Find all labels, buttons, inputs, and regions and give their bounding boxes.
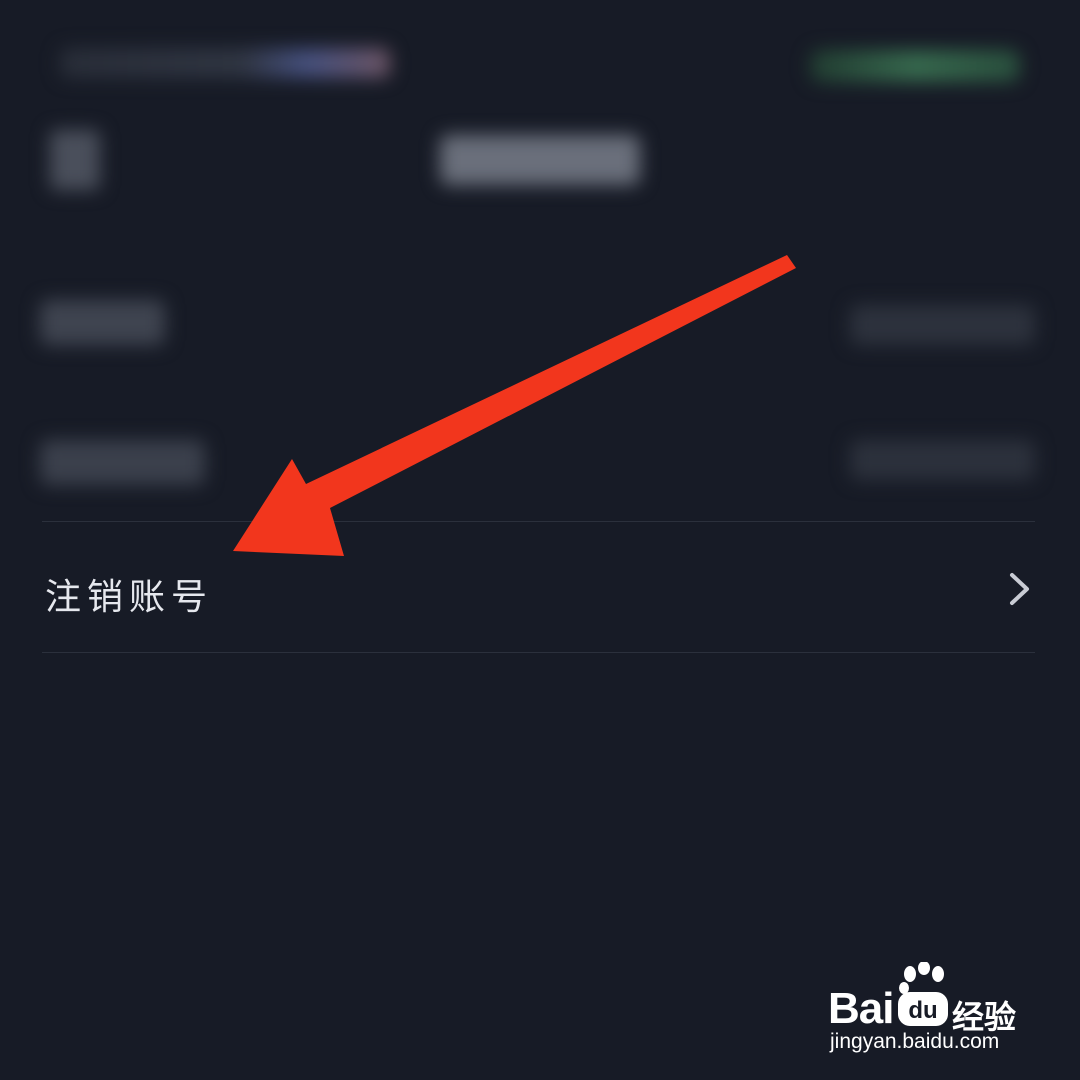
deactivate-account-label: 注销账号: [45, 577, 214, 618]
page-title: [440, 135, 640, 185]
settings-screen: 注销账号 Bai du 经验 jingyan.baidu.com: [0, 0, 1080, 1080]
settings-row-1-value: [850, 305, 1035, 345]
du-badge-icon: du: [898, 992, 948, 1026]
status-bar: [40, 30, 1040, 90]
back-button[interactable]: [50, 130, 100, 190]
watermark-url: jingyan.baidu.com: [830, 1030, 1000, 1053]
baidu-jingyan-watermark: Bai du 经验 jingyan.baidu.com: [828, 962, 1038, 1062]
deactivate-account-row[interactable]: 注销账号: [0, 522, 1080, 652]
watermark-du-text: du: [908, 997, 937, 1024]
settings-row-2-value: [850, 440, 1035, 480]
status-bar-left: [60, 48, 390, 78]
status-bar-right: [810, 50, 1020, 82]
settings-row-2-label[interactable]: [40, 440, 205, 485]
blurred-content: [0, 0, 1080, 530]
divider: [42, 652, 1035, 653]
chevron-right-icon: [1010, 573, 1029, 605]
settings-row-1-label[interactable]: [40, 300, 165, 345]
paw-icon: [899, 962, 944, 994]
watermark-brand: Bai: [828, 984, 894, 1033]
